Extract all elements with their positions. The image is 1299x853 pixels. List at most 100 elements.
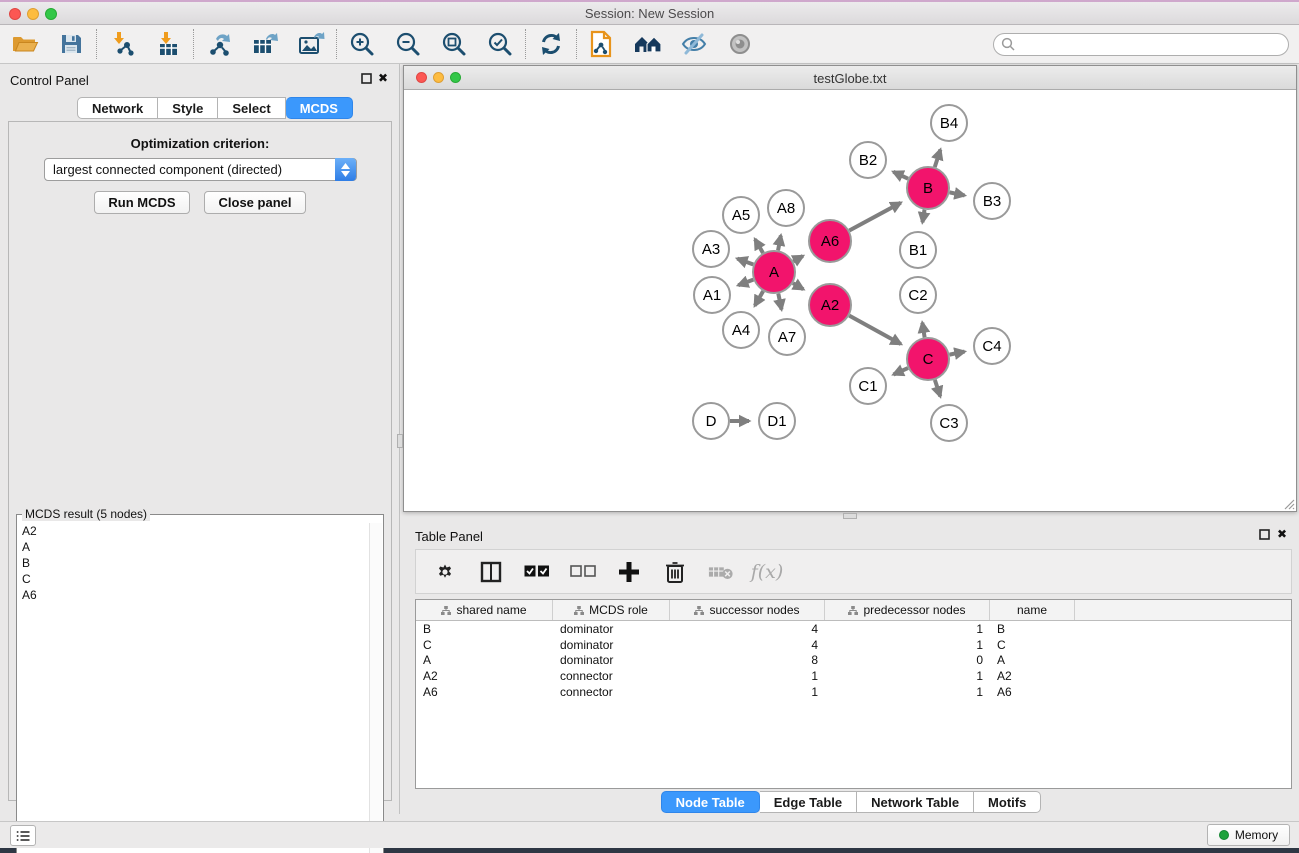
cell-name[interactable]: C xyxy=(990,638,1075,652)
cell-MCDS-role[interactable]: connector xyxy=(553,685,670,699)
tab-mcds[interactable]: MCDS xyxy=(286,97,353,119)
edge-C-C4[interactable] xyxy=(950,352,965,355)
edge-A-A1[interactable] xyxy=(738,280,753,286)
edge-C-C3[interactable] xyxy=(935,380,940,396)
zoom-fit-button[interactable] xyxy=(439,29,469,59)
cell-name[interactable]: A xyxy=(990,653,1075,667)
select-all-button[interactable] xyxy=(524,559,550,585)
graph-node-C4[interactable]: C4 xyxy=(974,328,1010,364)
column-header-MCDS-role[interactable]: MCDS role xyxy=(553,600,670,620)
add-row-button[interactable] xyxy=(616,559,642,585)
tab-edge-table[interactable]: Edge Table xyxy=(760,791,857,813)
import-table-button[interactable] xyxy=(153,29,183,59)
edge-C-C2[interactable] xyxy=(922,323,924,338)
graph-node-B4[interactable]: B4 xyxy=(931,105,967,141)
edge-A-A7[interactable] xyxy=(778,294,781,310)
cell-shared-name[interactable]: A6 xyxy=(416,685,553,699)
open-file-button[interactable] xyxy=(10,29,40,59)
table-row[interactable]: Cdominator41C xyxy=(416,637,1291,653)
column-header-name[interactable]: name xyxy=(990,600,1075,620)
float-panel-icon[interactable] xyxy=(361,73,372,87)
export-network-button[interactable] xyxy=(204,29,234,59)
column-layout-button[interactable] xyxy=(478,559,504,585)
edge-A-A4[interactable] xyxy=(755,291,763,306)
column-header-successor-nodes[interactable]: successor nodes xyxy=(670,600,825,620)
resize-grip-icon[interactable] xyxy=(1281,496,1295,510)
memory-button[interactable]: Memory xyxy=(1207,824,1290,846)
graph-node-B1[interactable]: B1 xyxy=(900,232,936,268)
search-input[interactable] xyxy=(993,33,1289,56)
edge-A-A2[interactable] xyxy=(793,283,803,289)
table-row[interactable]: A2connector11A2 xyxy=(416,668,1291,684)
deselect-all-button[interactable] xyxy=(570,559,596,585)
cell-MCDS-role[interactable]: dominator xyxy=(553,638,670,652)
horizontal-splitter-handle[interactable] xyxy=(843,513,857,519)
cell-name[interactable]: A6 xyxy=(990,685,1075,699)
cell-successor-nodes[interactable]: 4 xyxy=(670,638,825,652)
graph-node-D1[interactable]: D1 xyxy=(759,403,795,439)
tab-network[interactable]: Network xyxy=(77,97,158,119)
edge-B-B2[interactable] xyxy=(893,172,908,179)
export-image-button[interactable] xyxy=(296,29,326,59)
zoom-in-button[interactable] xyxy=(347,29,377,59)
zoom-selected-button[interactable] xyxy=(485,29,515,59)
float-table-panel-icon[interactable] xyxy=(1259,529,1270,543)
tab-select[interactable]: Select xyxy=(218,97,285,119)
graph-node-B[interactable]: B xyxy=(907,167,949,209)
vertical-splitter-handle[interactable] xyxy=(397,434,403,448)
network-overview-button[interactable] xyxy=(587,29,617,59)
graph-node-A[interactable]: A xyxy=(753,251,795,293)
close-table-panel-icon[interactable]: ✖ xyxy=(1277,527,1287,541)
edge-B-B4[interactable] xyxy=(935,150,941,167)
cell-predecessor-nodes[interactable]: 1 xyxy=(825,685,990,699)
task-history-button[interactable] xyxy=(10,825,36,846)
tab-network-table[interactable]: Network Table xyxy=(857,791,974,813)
cell-MCDS-role[interactable]: connector xyxy=(553,669,670,683)
cell-predecessor-nodes[interactable]: 1 xyxy=(825,622,990,636)
column-header-shared-name[interactable]: shared name xyxy=(416,600,553,620)
cell-name[interactable]: B xyxy=(990,622,1075,636)
graph-node-A7[interactable]: A7 xyxy=(769,319,805,355)
network-graph-canvas[interactable]: B4B2BB3B1A5A8A6A3AA1A2C2A4A7C4CC1C3DD1 xyxy=(404,90,1296,511)
result-item[interactable]: B xyxy=(22,555,370,571)
function-builder-button[interactable]: f(x) xyxy=(754,559,780,585)
cell-MCDS-role[interactable]: dominator xyxy=(553,653,670,667)
cell-successor-nodes[interactable]: 8 xyxy=(670,653,825,667)
edge-A-A5[interactable] xyxy=(755,239,763,253)
edge-A-A3[interactable] xyxy=(737,259,753,265)
cell-shared-name[interactable]: B xyxy=(416,622,553,636)
tab-style[interactable]: Style xyxy=(158,97,218,119)
table-row[interactable]: A6connector11A6 xyxy=(416,684,1291,700)
optimization-criterion-select[interactable]: largest connected component (directed) xyxy=(44,158,357,181)
cell-predecessor-nodes[interactable]: 1 xyxy=(825,669,990,683)
graph-node-A4[interactable]: A4 xyxy=(723,312,759,348)
edge-A-A8[interactable] xyxy=(778,236,781,251)
graph-node-C[interactable]: C xyxy=(907,338,949,380)
cell-shared-name[interactable]: A xyxy=(416,653,553,667)
result-item[interactable]: A2 xyxy=(22,523,370,539)
table-row[interactable]: Bdominator41B xyxy=(416,621,1291,637)
home-layout-button[interactable] xyxy=(633,29,663,59)
graph-node-A5[interactable]: A5 xyxy=(723,197,759,233)
result-item[interactable]: A xyxy=(22,539,370,555)
edge-A2-C[interactable] xyxy=(849,316,901,344)
cell-successor-nodes[interactable]: 1 xyxy=(670,669,825,683)
network-window-titlebar[interactable]: testGlobe.txt xyxy=(404,66,1296,90)
destroy-table-button[interactable] xyxy=(708,559,734,585)
graph-node-B2[interactable]: B2 xyxy=(850,142,886,178)
result-item[interactable]: C xyxy=(22,571,370,587)
graph-node-A6[interactable]: A6 xyxy=(809,220,851,262)
graph-node-A2[interactable]: A2 xyxy=(809,284,851,326)
run-mcds-button[interactable]: Run MCDS xyxy=(94,191,190,214)
cell-shared-name[interactable]: C xyxy=(416,638,553,652)
edge-A6-B[interactable] xyxy=(849,203,900,231)
graph-node-C2[interactable]: C2 xyxy=(900,277,936,313)
graph-node-A3[interactable]: A3 xyxy=(693,231,729,267)
column-header-predecessor-nodes[interactable]: predecessor nodes xyxy=(825,600,990,620)
cell-MCDS-role[interactable]: dominator xyxy=(553,622,670,636)
show-details-button[interactable] xyxy=(725,29,755,59)
zoom-out-button[interactable] xyxy=(393,29,423,59)
edge-B-B1[interactable] xyxy=(922,210,924,223)
cell-name[interactable]: A2 xyxy=(990,669,1075,683)
edge-A-A6[interactable] xyxy=(793,256,803,261)
